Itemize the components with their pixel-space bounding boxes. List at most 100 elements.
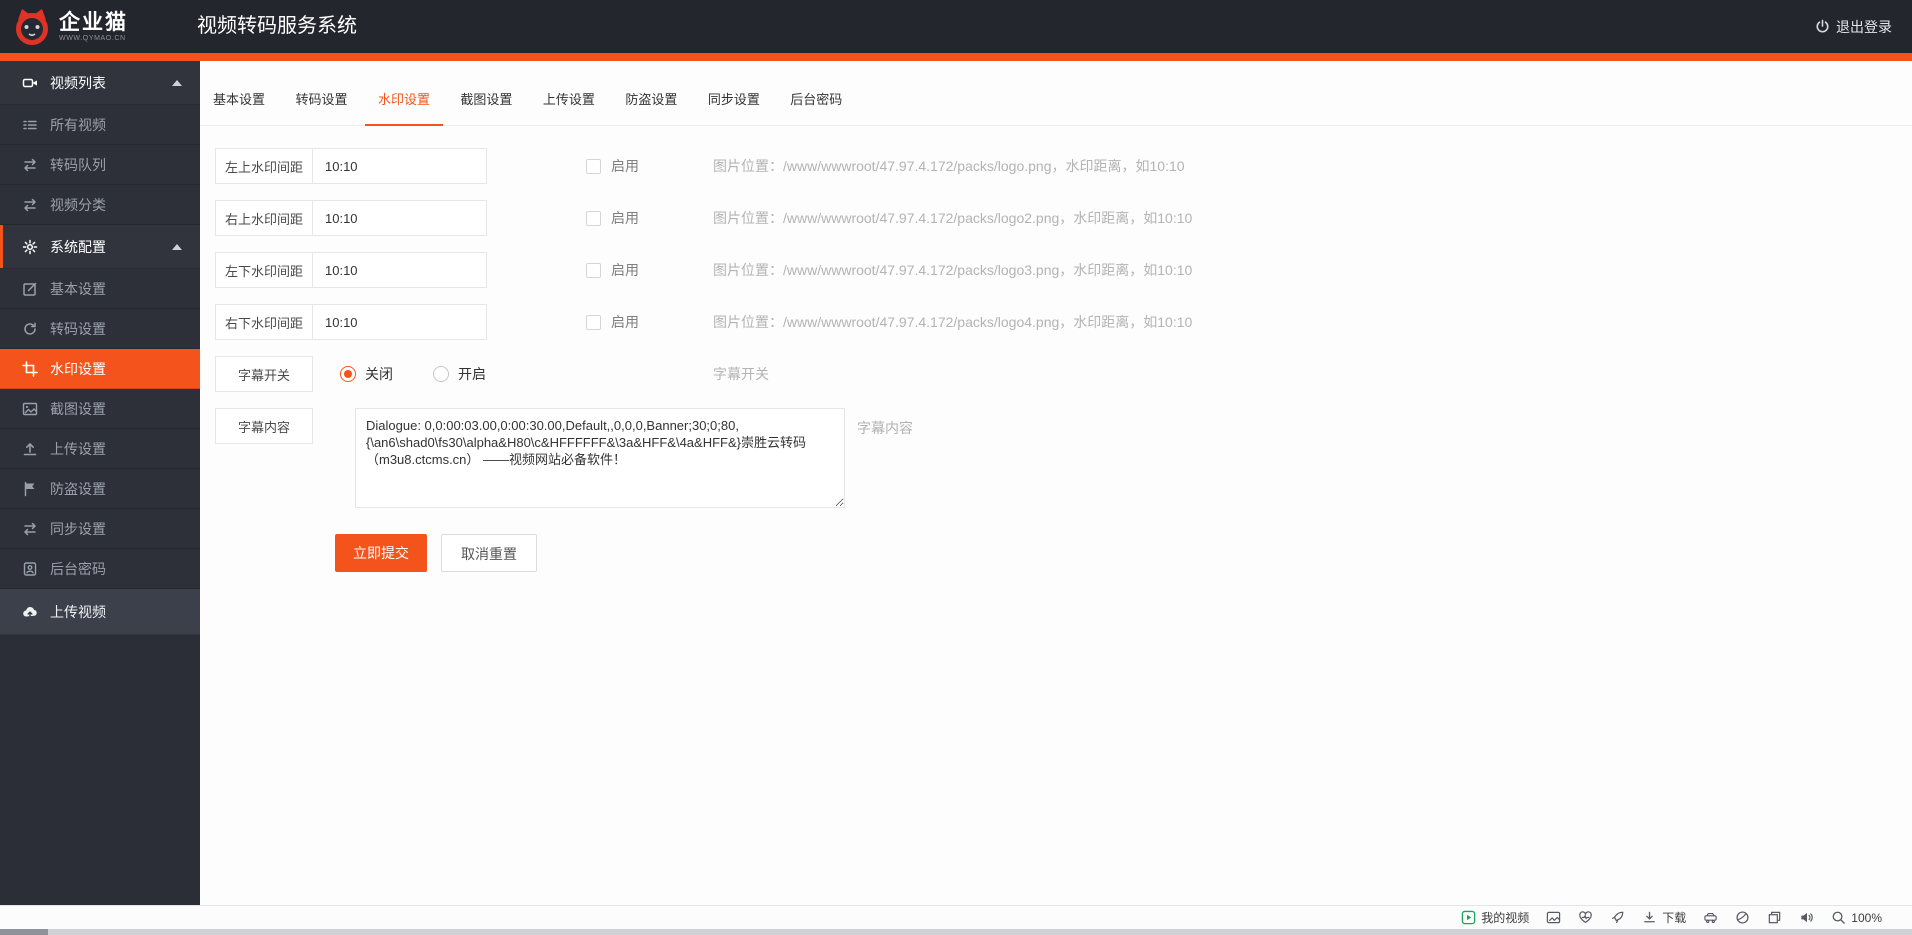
- exchange-icon: [22, 197, 38, 213]
- sidebar-section-system-config[interactable]: 系统配置: [0, 225, 200, 269]
- field-label: 左上水印间距: [215, 148, 313, 184]
- enable-checkbox[interactable]: [586, 210, 601, 226]
- sidebar-item-all-videos[interactable]: 所有视频: [0, 105, 200, 145]
- booster-button[interactable]: [1610, 910, 1625, 925]
- field-hint: 图片位置：/www/wwwroot/47.97.4.172/packs/logo…: [713, 262, 1193, 278]
- reset-button[interactable]: 取消重置: [441, 534, 537, 572]
- top-header: 企业猫 WWW.QYMAO.CN 视频转码服务系统 退出登录: [0, 0, 1912, 53]
- tab-screenshot-settings[interactable]: 截图设置: [447, 75, 525, 126]
- sidebar-item-basic-settings[interactable]: 基本设置: [0, 269, 200, 309]
- screenshot-button[interactable]: [1546, 910, 1561, 925]
- gear-icon: [22, 239, 38, 255]
- volume-button[interactable]: [1799, 910, 1814, 925]
- enable-label: 启用: [611, 262, 639, 278]
- sidebar-item-label: 水印设置: [50, 360, 106, 377]
- scrollbar-thumb[interactable]: [0, 929, 48, 935]
- play-video-icon: [1462, 910, 1476, 925]
- zoom-level: 100%: [1851, 910, 1882, 925]
- brand-logo[interactable]: 企业猫 WWW.QYMAO.CN: [12, 7, 128, 47]
- sidebar-item-video-category[interactable]: 视频分类: [0, 185, 200, 225]
- sidebar-item-transcode-queue[interactable]: 转码队列: [0, 145, 200, 185]
- tab-admin-password[interactable]: 后台密码: [777, 75, 855, 126]
- sidebar-item-label: 转码队列: [50, 156, 106, 173]
- sidebar-item-label: 视频列表: [50, 74, 106, 91]
- sidebar-item-label: 后台密码: [50, 560, 106, 577]
- horizontal-scrollbar[interactable]: [0, 929, 1912, 935]
- form-row-bottom-right-watermark: 右下水印间距 启用 图片位置：/www/wwwroot/47.97.4.172/…: [215, 304, 1912, 340]
- chevron-up-icon: [172, 243, 182, 250]
- enable-label: 启用: [611, 314, 639, 330]
- brand-tagline: WWW.QYMAO.CN: [59, 34, 126, 42]
- boss-key-button[interactable]: [1703, 910, 1718, 925]
- tab-antitheft-settings[interactable]: 防盗设置: [612, 75, 690, 126]
- sidebar-item-label: 基本设置: [50, 280, 106, 297]
- page-title: 视频转码服务系统: [197, 15, 357, 37]
- field-label: 字幕内容: [215, 408, 313, 444]
- enable-checkbox[interactable]: [586, 314, 601, 330]
- tab-sync-settings[interactable]: 同步设置: [695, 75, 773, 126]
- sidebar-item-label: 所有视频: [50, 116, 106, 133]
- edit-icon: [22, 281, 38, 297]
- tab-transcode-settings[interactable]: 转码设置: [282, 75, 360, 126]
- enable-checkbox[interactable]: [586, 262, 601, 278]
- exchange-icon: [22, 157, 38, 173]
- form-row-bottom-left-watermark: 左下水印间距 启用 图片位置：/www/wwwroot/47.97.4.172/…: [215, 252, 1912, 288]
- sidebar-item-label: 系统配置: [50, 238, 106, 255]
- speaker-icon: [1801, 912, 1814, 923]
- radio-subtitle-off[interactable]: [340, 366, 356, 382]
- sidebar-section-video-list[interactable]: 视频列表: [0, 61, 200, 105]
- subtitle-switch-group: 关闭 开启: [340, 364, 486, 384]
- subtitle-content-textarea[interactable]: Dialogue: 0,0:00:03.00,0:00:30.00,Defaul…: [355, 408, 845, 508]
- enable-label: 启用: [611, 210, 639, 226]
- tab-upload-settings[interactable]: 上传设置: [530, 75, 608, 126]
- tab-basic-settings[interactable]: 基本设置: [200, 75, 278, 126]
- watermark-margin-input-top-left[interactable]: [312, 148, 487, 184]
- logout-label: 退出登录: [1836, 18, 1892, 35]
- id-card-icon: [22, 561, 38, 577]
- sidebar-item-label: 转码设置: [50, 320, 106, 337]
- video-camera-icon: [22, 75, 38, 91]
- watermark-margin-input-bottom-right[interactable]: [312, 304, 487, 340]
- window-icon: [1769, 911, 1781, 924]
- submit-button[interactable]: 立即提交: [335, 534, 427, 572]
- sidebar-item-label: 上传设置: [50, 440, 106, 457]
- sidebar-item-sync-settings[interactable]: 同步设置: [0, 509, 200, 549]
- field-label: 右上水印间距: [215, 200, 313, 236]
- health-button[interactable]: [1578, 910, 1593, 925]
- field-hint: 字幕内容: [857, 420, 913, 436]
- browser-status-bar: 我的视频 下载 100%: [0, 905, 1912, 929]
- cleaner-button[interactable]: [1735, 910, 1750, 925]
- brand-name: 企业猫: [59, 10, 128, 34]
- download-button[interactable]: 下载: [1642, 909, 1686, 926]
- form-row-subtitle-switch: 字幕开关 关闭 开启 字幕开关: [215, 356, 1912, 392]
- sidebar-item-watermark-settings[interactable]: 水印设置: [0, 349, 200, 389]
- cloud-upload-icon: [22, 604, 38, 620]
- enable-label: 启用: [611, 158, 639, 174]
- sidebar-item-screenshot-settings[interactable]: 截图设置: [0, 389, 200, 429]
- download-icon: [1644, 911, 1656, 923]
- sidebar-item-upload-settings[interactable]: 上传设置: [0, 429, 200, 469]
- watermark-margin-input-top-right[interactable]: [312, 200, 487, 236]
- tab-watermark-settings[interactable]: 水印设置: [364, 75, 443, 126]
- field-hint: 图片位置：/www/wwwroot/47.97.4.172/packs/logo…: [713, 158, 1185, 174]
- watermark-margin-input-bottom-left[interactable]: [312, 252, 487, 288]
- heart-icon: [1579, 911, 1593, 924]
- sidebar: 视频列表 所有视频 转码队列 视频分类 系统配置 基本设置 转码设置 水印设置 …: [0, 61, 200, 905]
- field-hint: 字幕开关: [713, 366, 769, 382]
- radio-subtitle-on[interactable]: [433, 366, 449, 382]
- field-hint: 图片位置：/www/wwwroot/47.97.4.172/packs/logo…: [713, 314, 1193, 330]
- enable-checkbox[interactable]: [586, 158, 601, 174]
- crop-icon: [22, 360, 38, 377]
- sidebar-item-transcode-settings[interactable]: 转码设置: [0, 309, 200, 349]
- image-icon: [1547, 911, 1561, 924]
- sidebar-item-antitheft-settings[interactable]: 防盗设置: [0, 469, 200, 509]
- field-label: 字幕开关: [215, 356, 313, 392]
- sidebar-item-admin-password[interactable]: 后台密码: [0, 549, 200, 589]
- zoom-control[interactable]: 100%: [1831, 910, 1882, 925]
- form-row-top-left-watermark: 左上水印间距 启用 图片位置：/www/wwwroot/47.97.4.172/…: [215, 148, 1912, 184]
- logout-button[interactable]: 退出登录: [1815, 0, 1892, 53]
- exchange-icon: [22, 521, 38, 537]
- window-restore-button[interactable]: [1767, 910, 1782, 925]
- my-videos-button[interactable]: 我的视频: [1461, 909, 1529, 926]
- sidebar-item-upload-video[interactable]: 上传视频: [0, 589, 200, 635]
